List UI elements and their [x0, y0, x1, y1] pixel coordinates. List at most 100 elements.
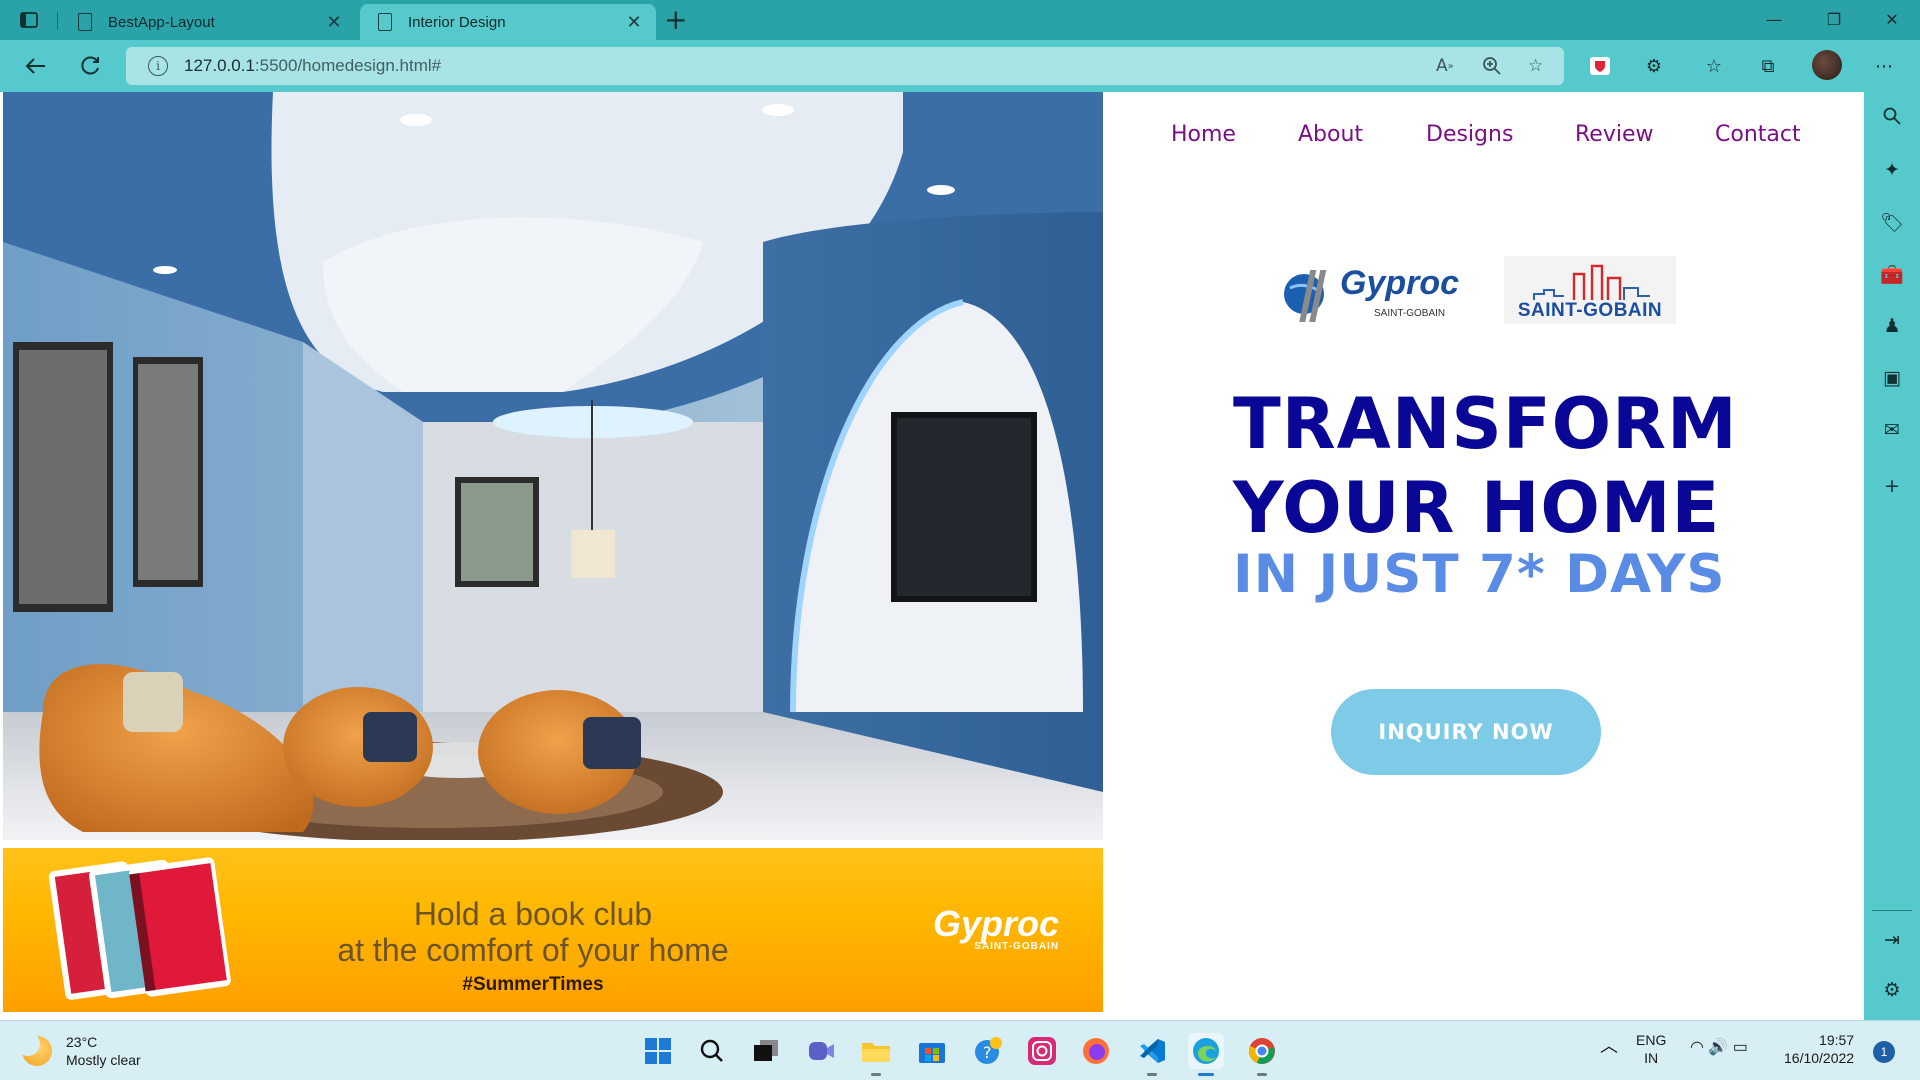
region-code: IN [1644, 1050, 1659, 1066]
tab-separator [57, 12, 58, 30]
file-explorer-icon[interactable] [858, 1033, 894, 1076]
gyproc-logo: Gyproc SAINT-GOBAIN [1282, 262, 1459, 326]
search-icon[interactable] [694, 1033, 730, 1069]
books-illustration [48, 857, 231, 1000]
start-icon[interactable] [640, 1033, 676, 1069]
discover-icon[interactable]: ✦ [1878, 156, 1906, 184]
games-icon[interactable]: ♟ [1878, 312, 1906, 340]
tab-interior-design[interactable]: Interior Design ✕ [360, 4, 656, 40]
store-icon[interactable] [914, 1033, 950, 1069]
read-aloud-icon[interactable]: A» [1436, 47, 1454, 85]
shopping-tag-icon[interactable]: 🏷 [1878, 208, 1906, 236]
chrome-icon[interactable] [1244, 1033, 1280, 1076]
wifi-icon: ◠ [1690, 1039, 1704, 1056]
notification-badge[interactable]: 1 [1873, 1041, 1895, 1063]
gyproc-wordmark: Gyproc [1340, 264, 1460, 302]
headline-line-2: YOUR HOME [1233, 467, 1721, 549]
saint-gobain-wordmark: SAINT-GOBAIN [1517, 300, 1663, 321]
svg-text:?: ? [983, 1043, 992, 1062]
inquiry-now-button[interactable]: INQUIRY NOW [1331, 689, 1601, 775]
edge-sidebar: ✦ 🏷 🧰 ♟ ▣ ✉ + ⇥ ⚙ [1864, 92, 1920, 1020]
sidebar-separator [1872, 910, 1912, 911]
browser-tab-bar: BestApp-Layout ✕ Interior Design ✕ + — ❐… [0, 0, 1920, 40]
page-icon [378, 13, 392, 31]
extensions-icon[interactable]: ⚙ [1638, 50, 1670, 82]
add-favorite-icon[interactable]: ☆ [1528, 47, 1543, 85]
teams-icon[interactable] [804, 1033, 840, 1069]
search-icon[interactable] [1878, 102, 1906, 130]
tab-label: Interior Design [408, 13, 506, 31]
windows-taskbar: 23°C Mostly clear ? ︿ ENG IN ◠ 🔊 ▭ 19:57… [0, 1020, 1920, 1080]
back-icon[interactable] [18, 50, 52, 82]
show-hidden-icons-chevron-icon[interactable]: ︿ [1600, 1037, 1618, 1055]
weather-desc: Mostly clear [66, 1052, 141, 1068]
zoom-icon[interactable] [1482, 47, 1502, 85]
task-view-icon[interactable] [748, 1033, 784, 1069]
book-club-banner[interactable]: Hold a book club at the comfort of your … [3, 848, 1103, 1012]
banner-line-2: at the comfort of your home [337, 932, 729, 968]
site-info-icon[interactable]: i [148, 56, 168, 76]
add-icon[interactable]: + [1878, 472, 1906, 500]
url-path: :5500/homedesign.html# [254, 56, 442, 75]
collections-icon[interactable]: ⧉ [1752, 50, 1784, 82]
settings-gear-icon[interactable]: ⚙ [1878, 976, 1906, 1004]
minimize-button[interactable]: — [1754, 6, 1794, 34]
language-code: ENG [1636, 1032, 1667, 1048]
address-bar[interactable]: i 127.0.0.1:5500/homedesign.html# A» ☆ [126, 47, 1564, 85]
hero-headline: TRANSFORM YOUR HOME [1233, 382, 1738, 550]
weather-widget[interactable]: 23°C Mostly clear [16, 1032, 141, 1069]
language-indicator[interactable]: ENG IN [1636, 1031, 1666, 1067]
volume-icon: 🔊 [1708, 1039, 1729, 1056]
living-room-photo [3, 92, 1103, 840]
favorites-icon[interactable]: ☆ [1698, 50, 1730, 82]
nav-about[interactable]: About [1298, 122, 1363, 147]
edge-icon[interactable] [1188, 1033, 1224, 1076]
banner-brand: Gyproc [933, 903, 1060, 944]
page-icon [78, 13, 92, 31]
close-window-button[interactable]: ✕ [1872, 6, 1912, 34]
outlook-icon[interactable]: ✉ [1878, 416, 1906, 444]
banner-line-1: Hold a book club [413, 896, 653, 932]
saint-gobain-logo: SAINT-GOBAIN [1504, 256, 1676, 324]
new-tab-button[interactable]: + [664, 4, 687, 36]
profile-avatar[interactable] [1812, 50, 1842, 80]
refresh-icon[interactable] [73, 50, 107, 82]
nav-designs[interactable]: Designs [1426, 122, 1513, 147]
vscode-icon[interactable] [1134, 1033, 1170, 1076]
running-indicator [871, 1073, 881, 1076]
gyproc-subtext: SAINT-GOBAIN [1374, 308, 1446, 319]
clock-time: 19:57 [1819, 1032, 1855, 1048]
clock-date: 16/10/2022 [1784, 1050, 1855, 1066]
close-tab-icon[interactable]: ✕ [324, 12, 344, 33]
nav-review[interactable]: Review [1575, 122, 1654, 147]
firefox-icon[interactable] [1078, 1033, 1114, 1069]
tab-actions-icon[interactable] [14, 6, 44, 34]
active-indicator [1198, 1073, 1214, 1076]
browser-toolbar: i 127.0.0.1:5500/homedesign.html# A» ☆ ⚙… [0, 40, 1920, 92]
restore-button[interactable]: ❐ [1814, 6, 1854, 34]
instagram-icon[interactable] [1024, 1033, 1060, 1069]
extension-shield-icon[interactable] [1584, 50, 1616, 82]
network-volume-battery-icons[interactable]: ◠ 🔊 ▭ [1690, 1039, 1748, 1057]
banner-gyproc-logo: Gyproc SAINT-GOBAIN [933, 903, 1059, 952]
weather-temp: 23°C [66, 1034, 98, 1050]
nav-contact[interactable]: Contact [1715, 122, 1801, 147]
page-viewport: Hold a book club at the comfort of your … [0, 92, 1864, 1020]
running-indicator [1147, 1073, 1157, 1076]
close-tab-icon[interactable]: ✕ [624, 12, 644, 33]
clock[interactable]: 19:57 16/10/2022 [1784, 1031, 1854, 1067]
headline-line-1: TRANSFORM [1233, 383, 1738, 465]
banner-hashtag: #SummerTimes [462, 974, 604, 995]
help-icon[interactable]: ? [970, 1033, 1006, 1069]
nav-home[interactable]: Home [1171, 122, 1236, 147]
battery-icon: ▭ [1732, 1039, 1748, 1056]
more-menu-icon[interactable]: ⋯ [1868, 50, 1900, 82]
office-icon[interactable]: ▣ [1878, 364, 1906, 392]
hide-sidebar-icon[interactable]: ⇥ [1878, 926, 1906, 954]
url-text: 127.0.0.1:5500/homedesign.html# [184, 56, 441, 76]
url-host: 127.0.0.1 [184, 56, 255, 75]
moon-icon [16, 1032, 52, 1066]
tab-bestapp-layout[interactable]: BestApp-Layout ✕ [60, 4, 356, 40]
tools-icon[interactable]: 🧰 [1878, 260, 1906, 288]
running-indicator [1257, 1073, 1267, 1076]
